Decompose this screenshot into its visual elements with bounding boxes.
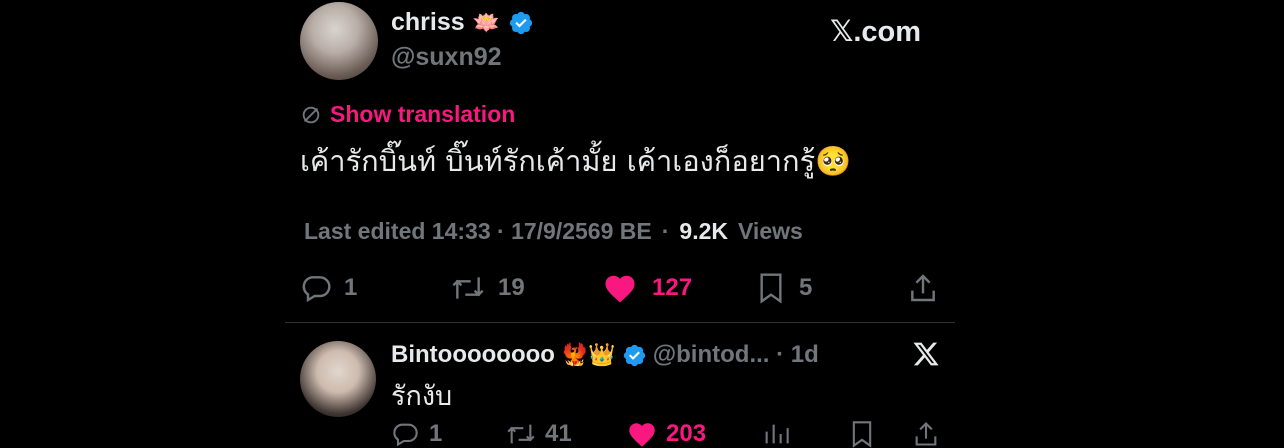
reply-bookmark-icon <box>850 420 874 448</box>
analytics-icon <box>762 420 790 448</box>
reply-like-action[interactable]: 203 <box>626 420 706 448</box>
reply-like-count: 203 <box>666 420 707 447</box>
reply-analytics-button[interactable] <box>762 420 790 448</box>
reply-share-button[interactable] <box>912 420 940 448</box>
author-name-row: chriss 🪷 <box>391 8 534 37</box>
reply-reply-action[interactable]: 1 <box>391 420 442 448</box>
reply-verified-badge-icon <box>622 343 647 368</box>
reply-bookmark-button[interactable] <box>850 420 874 448</box>
reply-header: Bintoooooooo 🐦‍🔥👑 @bintod... · 1d <box>391 341 819 369</box>
last-edited-timestamp[interactable]: Last edited 14:33 · 17/9/2569 BE <box>304 218 652 245</box>
reply-author-name[interactable]: Bintoooooooo <box>391 341 555 369</box>
author-name[interactable]: chriss <box>391 8 465 37</box>
bookmark-action[interactable]: 5 <box>757 272 812 304</box>
bookmark-count: 5 <box>799 274 813 301</box>
reply-author-avatar[interactable] <box>300 341 376 417</box>
reply-count: 1 <box>344 274 358 301</box>
translate-icon <box>300 104 322 126</box>
repost-count: 19 <box>498 274 525 301</box>
repost-icon <box>450 272 486 304</box>
divider <box>285 322 955 323</box>
show-translation-link[interactable]: Show translation <box>330 101 515 128</box>
like-count: 127 <box>652 274 693 301</box>
bookmark-icon <box>757 272 785 304</box>
repost-action[interactable]: 19 <box>450 272 525 304</box>
meta-separator: · <box>661 218 670 244</box>
reply-handle-time[interactable]: @bintod... · 1d <box>653 341 819 369</box>
views-count: 9.2K <box>679 218 728 244</box>
share-icon <box>906 272 940 304</box>
reply-heart-filled-icon <box>626 420 658 448</box>
x-com-watermark: 𝕏.com <box>830 16 922 48</box>
author-avatar[interactable] <box>300 2 378 80</box>
like-action[interactable]: 127 <box>602 272 692 304</box>
translation-row[interactable]: Show translation <box>300 101 515 128</box>
reply-author-emojis: 🐦‍🔥👑 <box>560 342 616 367</box>
reply-reply-count: 1 <box>429 420 443 447</box>
reply-reply-icon <box>391 420 419 448</box>
reply-repost-count: 41 <box>545 420 572 447</box>
author-handle[interactable]: @suxn92 <box>391 43 502 72</box>
reply-repost-icon <box>505 420 537 448</box>
x-logo-icon <box>912 340 940 373</box>
tweet-text: เค้ารักบิ๊นท์ บิ๊นท์รักเค้ามั้ย เค้าเองก… <box>300 144 852 178</box>
reply-text: รักงับ <box>391 381 453 412</box>
lotus-emoji: 🪷 <box>472 9 501 35</box>
reply-repost-action[interactable]: 41 <box>505 420 572 448</box>
share-button[interactable] <box>906 272 940 304</box>
tweet-meta: Last edited 14:33 · 17/9/2569 BE · 9.2K … <box>304 218 803 245</box>
heart-filled-icon <box>602 272 638 304</box>
reply-icon <box>300 272 332 304</box>
verified-badge-icon <box>508 10 534 36</box>
reply-action[interactable]: 1 <box>300 272 357 304</box>
reply-share-icon <box>912 420 940 448</box>
views-label: Views <box>738 218 803 244</box>
